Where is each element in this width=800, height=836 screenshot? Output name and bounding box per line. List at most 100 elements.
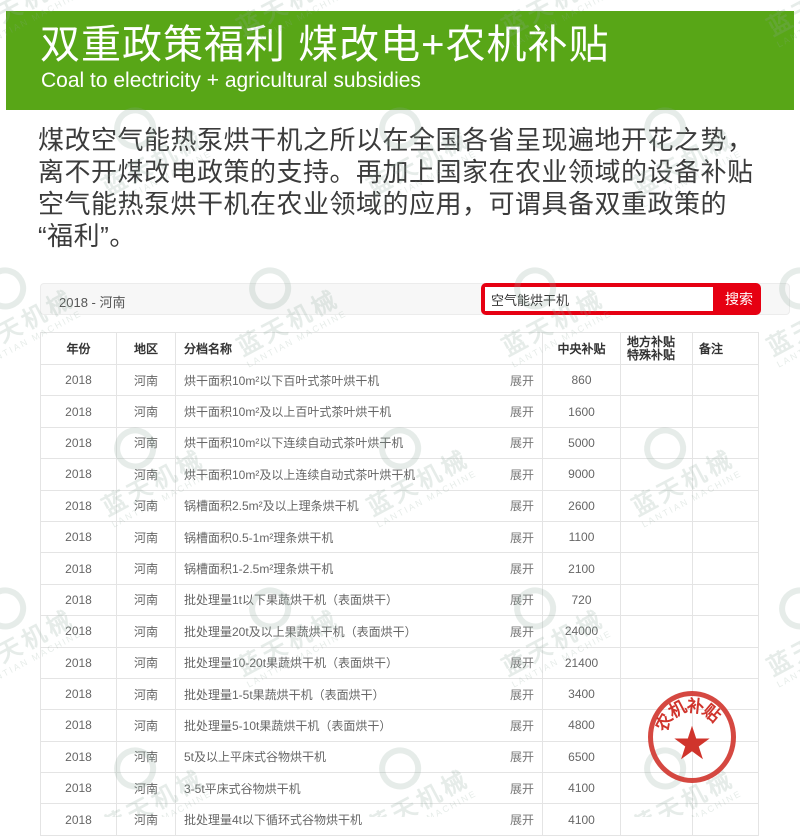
cell-year: 2018: [41, 616, 117, 646]
cell-year: 2018: [41, 365, 117, 395]
cell-region: 河南: [117, 553, 176, 583]
cell-central-subsidy: 5000: [543, 428, 621, 458]
cell-local-subsidy: [621, 428, 693, 458]
cell-year: 2018: [41, 648, 117, 678]
expand-link[interactable]: 展开: [510, 623, 534, 640]
cell-local-subsidy: [621, 396, 693, 426]
expand-link[interactable]: 展开: [510, 717, 534, 734]
column-header-name: 分档名称: [176, 333, 543, 364]
cell-region: 河南: [117, 679, 176, 709]
star-icon: ★: [671, 720, 712, 766]
table-row: 2018 河南 烘干面积10m²以下连续自动式茶叶烘干机 展开 5000: [41, 428, 759, 459]
cell-region: 河南: [117, 522, 176, 552]
category-name: 批处理量1t以下果蔬烘干机（表面烘干）: [184, 591, 398, 608]
cell-local-subsidy: [621, 522, 693, 552]
cell-name: 批处理量4t以下循环式谷物烘干机 展开: [176, 804, 543, 834]
category-name: 批处理量4t以下循环式谷物烘干机: [184, 811, 362, 828]
expand-link[interactable]: 展开: [510, 686, 534, 703]
watermark-logo-icon: [0, 580, 34, 637]
cell-central-subsidy: 4100: [543, 804, 621, 834]
table-row: 2018 河南 锅槽面积1-2.5m²理条烘干机 展开 2100: [41, 553, 759, 584]
category-name: 烘干面积10m²以下百叶式茶叶烘干机: [184, 372, 379, 389]
page-subtitle: Coal to electricity + agricultural subsi…: [41, 69, 794, 93]
expand-link[interactable]: 展开: [510, 654, 534, 671]
cell-region: 河南: [117, 648, 176, 678]
cell-region: 河南: [117, 742, 176, 772]
cell-name: 烘干面积10m²以下百叶式茶叶烘干机 展开: [176, 365, 543, 395]
cell-local-subsidy: [621, 553, 693, 583]
watermark-logo-icon: [772, 580, 800, 637]
cell-year: 2018: [41, 522, 117, 552]
cell-name: 5t及以上平床式谷物烘干机 展开: [176, 742, 543, 772]
table-row: 2018 河南 烘干面积10m²及以上连续自动式茶叶烘干机 展开 9000: [41, 459, 759, 490]
category-name: 5t及以上平床式谷物烘干机: [184, 748, 326, 765]
expand-link[interactable]: 展开: [510, 403, 534, 420]
cell-name: 3-5t平床式谷物烘干机 展开: [176, 773, 543, 803]
cell-name: 锅槽面积0.5-1m²理条烘干机 展开: [176, 522, 543, 552]
column-header-central-subsidy: 中央补贴: [543, 333, 621, 364]
search-button[interactable]: 搜索: [717, 283, 761, 315]
table-row: 2018 河南 锅槽面积2.5m²及以上理条烘干机 展开 2600: [41, 491, 759, 522]
expand-link[interactable]: 展开: [510, 560, 534, 577]
cell-central-subsidy: 24000: [543, 616, 621, 646]
expand-link[interactable]: 展开: [510, 434, 534, 451]
expand-link[interactable]: 展开: [510, 372, 534, 389]
category-name: 锅槽面积1-2.5m²理条烘干机: [184, 560, 333, 577]
watermark-logo-icon: [0, 260, 34, 317]
cell-note: [693, 365, 759, 395]
expand-link[interactable]: 展开: [510, 529, 534, 546]
cell-name: 锅槽面积2.5m²及以上理条烘干机 展开: [176, 491, 543, 521]
cell-local-subsidy: [621, 491, 693, 521]
category-name: 批处理量10-20t果蔬烘干机（表面烘干）: [184, 654, 398, 671]
cell-name: 烘干面积10m²以下连续自动式茶叶烘干机 展开: [176, 428, 543, 458]
cell-year: 2018: [41, 773, 117, 803]
cell-name: 批处理量1-5t果蔬烘干机（表面烘干） 展开: [176, 679, 543, 709]
cell-name: 锅槽面积1-2.5m²理条烘干机 展开: [176, 553, 543, 583]
filter-toolbar: 2018 - 河南 搜索: [40, 283, 790, 315]
category-name: 烘干面积10m²以下连续自动式茶叶烘干机: [184, 434, 403, 451]
cell-note: [693, 459, 759, 489]
column-header-note: 备注: [693, 333, 759, 364]
cell-central-subsidy: 4800: [543, 710, 621, 740]
cell-central-subsidy: 1100: [543, 522, 621, 552]
cell-central-subsidy: 9000: [543, 459, 621, 489]
expand-link[interactable]: 展开: [510, 748, 534, 765]
cell-year: 2018: [41, 396, 117, 426]
cell-note: [693, 648, 759, 678]
search-input[interactable]: [485, 287, 713, 311]
cell-local-subsidy: [621, 365, 693, 395]
cell-central-subsidy: 6500: [543, 742, 621, 772]
cell-year: 2018: [41, 553, 117, 583]
category-name: 3-5t平床式谷物烘干机: [184, 780, 301, 797]
cell-name: 批处理量20t及以上果蔬烘干机（表面烘干） 展开: [176, 616, 543, 646]
cell-region: 河南: [117, 396, 176, 426]
expand-link[interactable]: 展开: [510, 811, 534, 828]
cell-year: 2018: [41, 804, 117, 834]
cell-year: 2018: [41, 742, 117, 772]
table-row: 2018 河南 批处理量1t以下果蔬烘干机（表面烘干） 展开 720: [41, 585, 759, 616]
cell-note: [693, 553, 759, 583]
cell-name: 烘干面积10m²及以上百叶式茶叶烘干机 展开: [176, 396, 543, 426]
cell-year: 2018: [41, 679, 117, 709]
cell-local-subsidy: [621, 585, 693, 615]
expand-link[interactable]: 展开: [510, 497, 534, 514]
cell-name: 烘干面积10m²及以上连续自动式茶叶烘干机 展开: [176, 459, 543, 489]
cell-region: 河南: [117, 710, 176, 740]
cell-name: 批处理量10-20t果蔬烘干机（表面烘干） 展开: [176, 648, 543, 678]
table-row: 2018 河南 批处理量10-20t果蔬烘干机（表面烘干） 展开 21400: [41, 648, 759, 679]
category-name: 批处理量1-5t果蔬烘干机（表面烘干）: [184, 686, 385, 703]
category-name: 烘干面积10m²及以上连续自动式茶叶烘干机: [184, 466, 415, 483]
cell-region: 河南: [117, 804, 176, 834]
category-name: 锅槽面积0.5-1m²理条烘干机: [184, 529, 333, 546]
table-row: 2018 河南 批处理量4t以下循环式谷物烘干机 展开 4100: [41, 804, 759, 835]
expand-link[interactable]: 展开: [510, 591, 534, 608]
cell-region: 河南: [117, 365, 176, 395]
cell-note: [693, 616, 759, 646]
cell-note: [693, 396, 759, 426]
agri-subsidy-stamp: 农 机 补 贴 ★: [648, 691, 736, 783]
cell-year: 2018: [41, 491, 117, 521]
expand-link[interactable]: 展开: [510, 780, 534, 797]
cell-note: [693, 804, 759, 834]
cell-year: 2018: [41, 459, 117, 489]
expand-link[interactable]: 展开: [510, 466, 534, 483]
